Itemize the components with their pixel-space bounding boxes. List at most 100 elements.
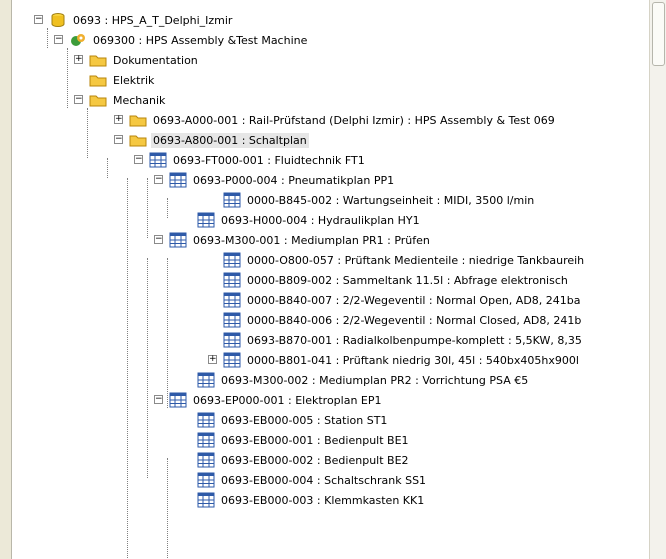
tree-item-b840-006[interactable]: 0000-B840-006 : 2/2-Wegeventil : Normal …: [223, 310, 583, 330]
tree-item-dokumentation[interactable]: + Dokumentation: [74, 50, 200, 70]
gear-icon: [69, 32, 87, 48]
tree-item-label: 0693-M300-001 : Mediumplan PR1 : Prüfen: [193, 233, 430, 247]
tree-item-label: 0693-EP000-001 : Elektroplan EP1: [193, 393, 382, 407]
tree-item-eb000-001[interactable]: 0693-EB000-001 : Bedienpult BE1: [197, 430, 411, 450]
tree-connector: [87, 108, 88, 158]
tree-connector: [147, 258, 148, 478]
table-icon: [169, 172, 187, 188]
folder-open-icon: [129, 132, 147, 148]
tree-item-ep000[interactable]: − 0693-EP000-001 : Elektroplan EP1: [154, 390, 384, 410]
tree-item-machine[interactable]: − 069300 : HPS Assembly &Test Machine: [54, 30, 309, 50]
collapse-toggle[interactable]: −: [34, 15, 43, 24]
folder-icon: [129, 112, 147, 128]
tree-item-b845[interactable]: 0000-B845-002 : Wartungseinheit : MIDI, …: [223, 190, 536, 210]
tree-view[interactable]: − 0693 : HPS_A_T_Delphi_Izmir − 069300 :…: [12, 0, 650, 559]
tree-item-h000[interactable]: 0693-H000-004 : Hydraulikplan HY1: [197, 210, 422, 230]
folder-icon: [89, 52, 107, 68]
tree-item-m300-001[interactable]: − 0693-M300-001 : Mediumplan PR1 : Prüfe…: [154, 230, 432, 250]
expand-toggle[interactable]: +: [114, 115, 123, 124]
table-icon: [223, 292, 241, 308]
table-icon: [197, 372, 215, 388]
tree-connector: [167, 258, 168, 408]
table-icon: [197, 492, 215, 508]
tree-item-eb000-002[interactable]: 0693-EB000-002 : Bedienpult BE2: [197, 450, 411, 470]
tree-item-label: 0000-O800-057 : Prüftank Medienteile : n…: [247, 253, 585, 267]
tree-connector: [147, 178, 148, 238]
tree-item-label: 0693-B870-001 : Radialkolbenpumpe-komple…: [247, 333, 582, 347]
database-icon: [49, 12, 67, 28]
table-icon: [223, 272, 241, 288]
vertical-scrollbar[interactable]: [649, 0, 666, 559]
tree-item-b870[interactable]: 0693-B870-001 : Radialkolbenpumpe-komple…: [223, 330, 584, 350]
tree-item-label: 0000-B845-002 : Wartungseinheit : MIDI, …: [247, 193, 535, 207]
tree-item-label: 0693-A800-001 : Schaltplan: [151, 132, 309, 148]
tree-item-elektrik[interactable]: Elektrik: [89, 70, 156, 90]
tree-item-label: Elektrik: [113, 73, 155, 87]
tree-item-label: 0693-EB000-003 : Klemmkasten KK1: [221, 493, 425, 507]
tree-item-label: 0693-EB000-005 : Station ST1: [221, 413, 388, 427]
tree-item-label: 069300 : HPS Assembly &Test Machine: [93, 33, 308, 47]
table-icon: [197, 212, 215, 228]
tree-item-label: 0000-B840-006 : 2/2-Wegeventil : Normal …: [247, 313, 582, 327]
tree-item-eb000-004[interactable]: 0693-EB000-004 : Schaltschrank SS1: [197, 470, 428, 490]
tree-item-label: 0693-A000-001 : Rail-Prüfstand (Delphi I…: [153, 113, 555, 127]
tree-connector: [167, 458, 168, 558]
table-icon: [169, 392, 187, 408]
tree-connector: [167, 198, 168, 218]
tree-item-label: 0693-EB000-002 : Bedienpult BE2: [221, 453, 409, 467]
collapse-toggle[interactable]: −: [54, 35, 63, 44]
folder-icon: [89, 72, 107, 88]
tree-item-label: 0693-H000-004 : Hydraulikplan HY1: [221, 213, 420, 227]
tree-item-m300-002[interactable]: 0693-M300-002 : Mediumplan PR2 : Vorrich…: [197, 370, 530, 390]
tree-item-b801[interactable]: + 0000-B801-041 : Prüftank niedrig 30l, …: [208, 350, 581, 370]
table-icon: [197, 452, 215, 468]
tree-item-label: 0693-M300-002 : Mediumplan PR2 : Vorrich…: [221, 373, 529, 387]
collapse-toggle[interactable]: −: [154, 175, 163, 184]
collapse-toggle[interactable]: −: [134, 155, 143, 164]
tree-item-label: 0693-EB000-001 : Bedienpult BE1: [221, 433, 409, 447]
tree-item-label: 0693-FT000-001 : Fluidtechnik FT1: [173, 153, 365, 167]
collapse-toggle[interactable]: −: [154, 235, 163, 244]
table-icon: [223, 252, 241, 268]
tree-item-ft000[interactable]: − 0693-FT000-001 : Fluidtechnik FT1: [134, 150, 367, 170]
tree-item-mechanik[interactable]: − Mechanik: [74, 90, 167, 110]
tree-item-a000[interactable]: + 0693-A000-001 : Rail-Prüfstand (Delphi…: [114, 110, 557, 130]
table-icon: [223, 332, 241, 348]
tree-item-label: 0693-EB000-004 : Schaltschrank SS1: [221, 473, 427, 487]
tree-connector: [127, 178, 128, 558]
table-icon: [223, 312, 241, 328]
table-icon: [169, 232, 187, 248]
table-icon: [197, 472, 215, 488]
tree-item-label: 0693-P000-004 : Pneumatikplan PP1: [193, 173, 395, 187]
table-icon: [197, 412, 215, 428]
tree-item-label: 0000-B809-002 : Sammeltank 11.5l : Abfra…: [247, 273, 568, 287]
tree-item-label: 0000-B801-041 : Prüftank niedrig 30l, 45…: [247, 353, 579, 367]
tree-connector: [107, 158, 108, 178]
tree-item-eb000-003[interactable]: 0693-EB000-003 : Klemmkasten KK1: [197, 490, 426, 510]
tree-item-label: Mechanik: [113, 93, 166, 107]
folder-open-icon: [89, 92, 107, 108]
left-panel-edge: [0, 0, 12, 559]
collapse-toggle[interactable]: −: [74, 95, 83, 104]
tree-item-b840-007[interactable]: 0000-B840-007 : 2/2-Wegeventil : Normal …: [223, 290, 583, 310]
table-icon: [223, 192, 241, 208]
collapse-toggle[interactable]: −: [114, 135, 123, 144]
table-icon: [149, 152, 167, 168]
tree-item-p000[interactable]: − 0693-P000-004 : Pneumatikplan PP1: [154, 170, 396, 190]
tree-connector: [47, 28, 48, 48]
collapse-toggle[interactable]: −: [154, 395, 163, 404]
tree-item-eb000-005[interactable]: 0693-EB000-005 : Station ST1: [197, 410, 389, 430]
scroll-thumb[interactable]: [652, 2, 665, 66]
expand-toggle[interactable]: +: [208, 355, 217, 364]
tree-item-project[interactable]: − 0693 : HPS_A_T_Delphi_Izmir: [34, 10, 234, 30]
tree-item-o800[interactable]: 0000-O800-057 : Prüftank Medienteile : n…: [223, 250, 586, 270]
tree-connector: [67, 48, 68, 108]
expand-toggle[interactable]: +: [74, 55, 83, 64]
table-icon: [223, 352, 241, 368]
tree-item-label: 0000-B840-007 : 2/2-Wegeventil : Normal …: [247, 293, 581, 307]
tree-item-a800[interactable]: − 0693-A800-001 : Schaltplan: [114, 130, 309, 150]
tree-item-label: 0693 : HPS_A_T_Delphi_Izmir: [73, 13, 233, 27]
tree-item-b809[interactable]: 0000-B809-002 : Sammeltank 11.5l : Abfra…: [223, 270, 570, 290]
tree-item-label: Dokumentation: [113, 53, 198, 67]
table-icon: [197, 432, 215, 448]
